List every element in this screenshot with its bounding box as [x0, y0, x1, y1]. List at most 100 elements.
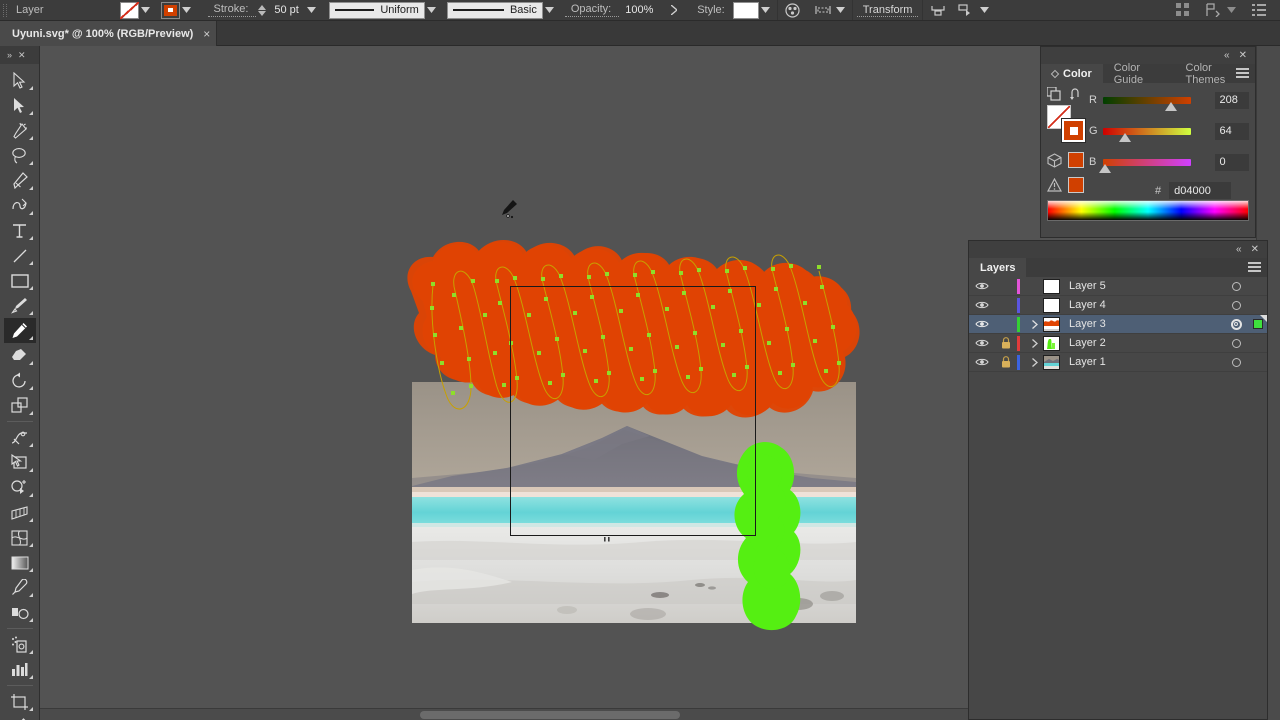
- layer-target-indicator[interactable]: [1223, 338, 1249, 348]
- magic-wand-tool[interactable]: [4, 118, 36, 143]
- scale-tool[interactable]: [4, 393, 36, 418]
- variable-width-profile-select[interactable]: Uniform: [328, 1, 425, 19]
- layer-visibility-icon[interactable]: [969, 281, 995, 291]
- hex-input[interactable]: d04000: [1169, 182, 1232, 199]
- tab-layers[interactable]: Layers: [969, 258, 1027, 277]
- stroke-weight-chevron-down-icon[interactable]: [304, 0, 319, 20]
- layer-visibility-icon[interactable]: [969, 338, 995, 348]
- layer-target-indicator[interactable]: [1223, 318, 1249, 330]
- brush-chevron-down-icon[interactable]: [542, 0, 557, 20]
- workspace-switcher-icon[interactable]: [1202, 0, 1224, 20]
- color-panel-close-icon[interactable]: ✕: [1239, 50, 1247, 61]
- eraser-tool[interactable]: [4, 343, 36, 368]
- paintbrush-tool[interactable]: [4, 293, 36, 318]
- layers-panel-close-icon[interactable]: ✕: [1251, 244, 1259, 255]
- g-channel-track[interactable]: [1102, 127, 1192, 142]
- width-tool[interactable]: [4, 425, 36, 450]
- b-channel-input[interactable]: 0: [1215, 153, 1249, 171]
- stroke-weight-stepper[interactable]: [256, 1, 268, 20]
- layer-lock-icon[interactable]: [995, 356, 1017, 368]
- web-safe-color-chip[interactable]: [1068, 177, 1084, 193]
- layers-panel-collapse-icon[interactable]: «: [1236, 244, 1242, 255]
- g-channel-input[interactable]: 64: [1215, 122, 1249, 140]
- stroke-weight-input[interactable]: 50 pt: [268, 0, 305, 20]
- control-bar-grip[interactable]: [0, 0, 10, 21]
- transform-panel-link[interactable]: Transform: [856, 4, 919, 17]
- fill-swatch-chevron-down-icon[interactable]: [138, 0, 153, 20]
- shape-builder-tool[interactable]: [4, 475, 36, 500]
- recolor-artwork-icon[interactable]: [782, 0, 804, 20]
- layer-row[interactable]: Layer 3: [969, 315, 1267, 334]
- style-chevron-down-icon[interactable]: [758, 0, 773, 20]
- rotate-tool[interactable]: [4, 368, 36, 393]
- opacity-label[interactable]: Opacity:: [564, 3, 620, 17]
- column-graph-tool[interactable]: [4, 657, 36, 682]
- mesh-tool[interactable]: [4, 525, 36, 550]
- eyedropper-tool[interactable]: [4, 575, 36, 600]
- isolate-selected-icon[interactable]: [927, 0, 949, 20]
- layer-expand-chevron-right-icon[interactable]: [1027, 357, 1043, 367]
- layer-name[interactable]: Layer 2: [1069, 337, 1223, 349]
- stroke-weight-label[interactable]: Stroke:: [207, 3, 257, 17]
- pen-tool[interactable]: [4, 168, 36, 193]
- layer-expand-chevron-right-icon[interactable]: [1027, 319, 1043, 329]
- opacity-more-icon[interactable]: [665, 0, 684, 20]
- layer-row[interactable]: Layer 4: [969, 296, 1267, 315]
- b-channel-track[interactable]: [1098, 158, 1192, 173]
- gradient-tool[interactable]: [4, 550, 36, 575]
- blend-tool[interactable]: [4, 600, 36, 625]
- layer-target-indicator[interactable]: [1223, 300, 1249, 310]
- color-spectrum-ramp[interactable]: [1047, 200, 1249, 221]
- out-of-gamut-color-chip[interactable]: [1068, 152, 1084, 168]
- document-tab[interactable]: Uyuni.svg* @ 100% (RGB/Preview) ×: [0, 21, 218, 46]
- direct-selection-tool[interactable]: [4, 93, 36, 118]
- layer-row[interactable]: Layer 5: [969, 277, 1267, 296]
- perspective-grid-tool[interactable]: [4, 500, 36, 525]
- color-panel-stroke-swatch[interactable]: [1061, 118, 1086, 143]
- g-channel-thumb[interactable]: [1118, 132, 1131, 142]
- align-chevron-down-icon[interactable]: [833, 0, 848, 20]
- document-tab-close-icon[interactable]: ×: [203, 28, 210, 40]
- opacity-input[interactable]: 100%: [619, 0, 666, 20]
- tab-color-guide[interactable]: Color Guide: [1103, 62, 1175, 86]
- selection-tool[interactable]: [4, 68, 36, 93]
- line-segment-tool[interactable]: [4, 243, 36, 268]
- r-channel-input[interactable]: 208: [1215, 91, 1249, 109]
- select-similar-objects-icon[interactable]: [955, 0, 977, 20]
- free-transform-tool[interactable]: [4, 450, 36, 475]
- stroke-swatch[interactable]: [160, 1, 180, 19]
- layer-row[interactable]: Layer 2: [969, 334, 1267, 353]
- r-channel-thumb[interactable]: [1164, 101, 1177, 111]
- curvature-tool[interactable]: [4, 193, 36, 218]
- arrange-documents-icon[interactable]: [1172, 0, 1194, 20]
- layer-target-indicator[interactable]: [1223, 357, 1249, 367]
- graphic-style-swatch[interactable]: [732, 1, 759, 19]
- b-channel-thumb[interactable]: [1098, 163, 1111, 173]
- layer-expand-chevron-right-icon[interactable]: [1027, 338, 1043, 348]
- r-channel-track[interactable]: [1102, 96, 1192, 111]
- properties-menu-icon[interactable]: [1248, 0, 1270, 20]
- profile-chevron-down-icon[interactable]: [424, 0, 439, 20]
- artwork-orange-scribble[interactable]: [385, 221, 885, 461]
- stroke-swatch-chevron-down-icon[interactable]: [179, 0, 194, 20]
- tab-color[interactable]: Color: [1041, 64, 1103, 83]
- layer-name[interactable]: Layer 1: [1069, 356, 1223, 368]
- layer-name[interactable]: Layer 5: [1069, 280, 1223, 292]
- canvas-horizontal-scrollbar-thumb[interactable]: [420, 711, 680, 719]
- layer-row[interactable]: Layer 1: [969, 353, 1267, 372]
- layer-visibility-icon[interactable]: [969, 319, 995, 329]
- color-panel-collapse-icon[interactable]: «: [1224, 50, 1230, 61]
- brush-definition-select[interactable]: Basic: [446, 1, 543, 19]
- lasso-tool[interactable]: [4, 143, 36, 168]
- align-icon[interactable]: [812, 0, 834, 20]
- layer-target-indicator[interactable]: [1223, 281, 1249, 291]
- artboard-tool[interactable]: [4, 689, 36, 714]
- layer-lock-icon[interactable]: [995, 337, 1017, 349]
- fill-stroke-swap-small-icon[interactable]: [1047, 87, 1061, 101]
- layer-visibility-icon[interactable]: [969, 300, 995, 310]
- layer-visibility-icon[interactable]: [969, 357, 995, 367]
- layers-panel-menu-icon[interactable]: [1248, 262, 1261, 274]
- slice-tool[interactable]: [4, 714, 36, 720]
- tools-panel-collapse-icon[interactable]: »: [7, 50, 12, 60]
- type-tool[interactable]: [4, 218, 36, 243]
